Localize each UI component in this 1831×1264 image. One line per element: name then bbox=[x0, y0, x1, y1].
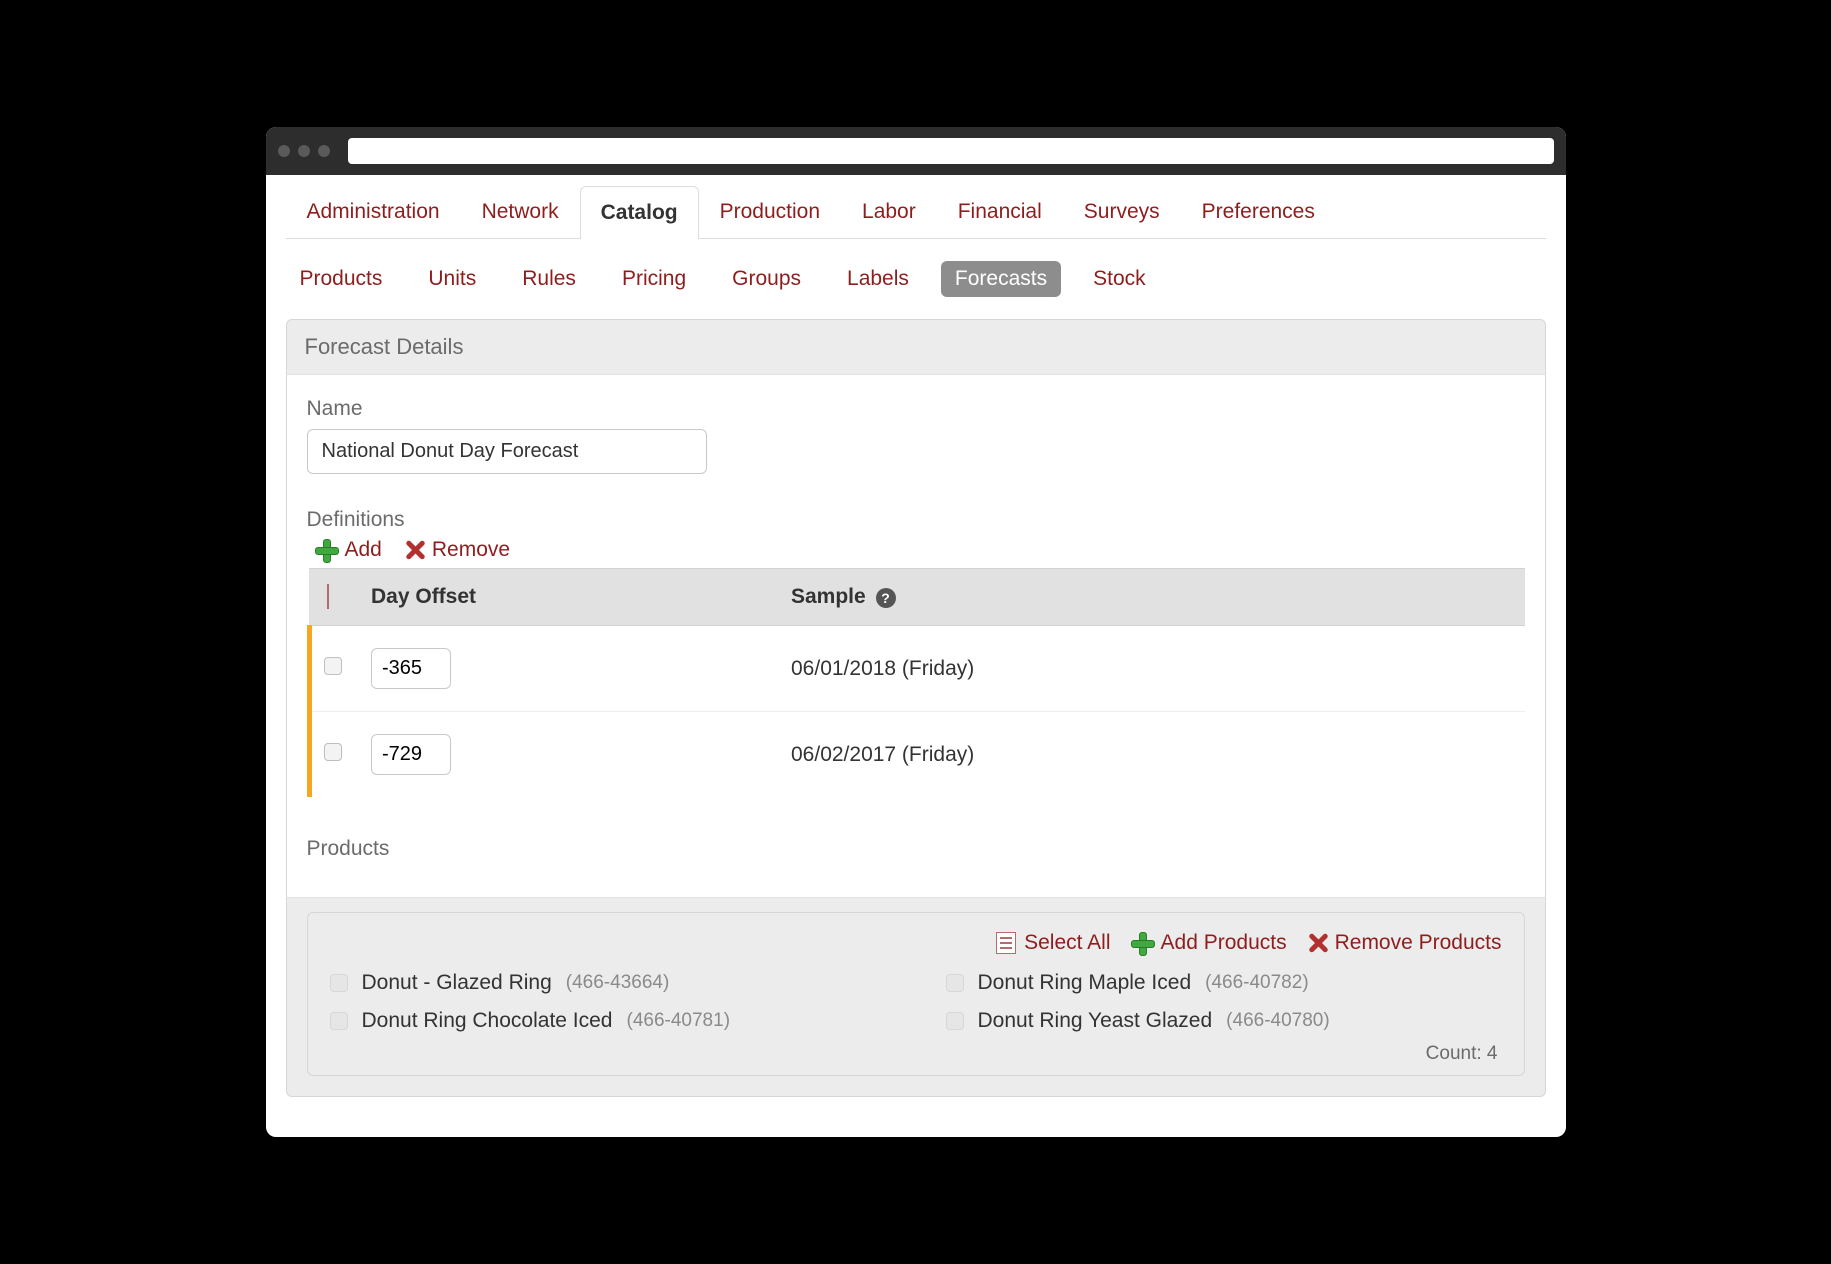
add-definition-button[interactable]: Add bbox=[315, 538, 382, 562]
col-select-header bbox=[309, 569, 359, 626]
name-label: Name bbox=[307, 397, 1525, 421]
help-icon[interactable]: ? bbox=[876, 588, 896, 608]
product-name: Donut Ring Maple Iced bbox=[978, 971, 1192, 995]
product-grid: Donut - Glazed Ring (466-43664) Donut Ri… bbox=[330, 971, 1502, 1033]
subtab-rules[interactable]: Rules bbox=[508, 261, 590, 297]
col-sample: Sample ? bbox=[779, 569, 1525, 626]
tab-financial[interactable]: Financial bbox=[937, 185, 1063, 238]
row-checkbox[interactable] bbox=[324, 657, 342, 675]
remove-label: Remove bbox=[432, 538, 510, 562]
day-offset-input[interactable] bbox=[371, 734, 451, 775]
name-input[interactable] bbox=[307, 429, 707, 474]
col-day-offset: Day Offset bbox=[359, 569, 779, 626]
tab-network[interactable]: Network bbox=[461, 185, 580, 238]
product-code: (466-40780) bbox=[1226, 1010, 1330, 1032]
window-min-dot[interactable] bbox=[298, 145, 310, 157]
select-all-label: Select All bbox=[1024, 931, 1110, 955]
remove-products-button[interactable]: Remove Products bbox=[1307, 931, 1502, 955]
day-offset-input[interactable] bbox=[371, 648, 451, 689]
definition-row: 06/02/2017 (Friday) bbox=[309, 712, 1525, 798]
definitions-label: Definitions bbox=[307, 508, 1525, 532]
row-checkbox[interactable] bbox=[324, 743, 342, 761]
plus-icon bbox=[1131, 932, 1153, 954]
tab-catalog[interactable]: Catalog bbox=[580, 186, 699, 239]
address-bar[interactable] bbox=[348, 138, 1554, 164]
primary-nav: Administration Network Catalog Productio… bbox=[286, 185, 1546, 239]
window-close-dot[interactable] bbox=[278, 145, 290, 157]
plus-icon bbox=[315, 539, 337, 561]
col-sample-text: Sample bbox=[791, 585, 866, 608]
subtab-pricing[interactable]: Pricing bbox=[608, 261, 700, 297]
window-controls bbox=[278, 145, 330, 157]
subtab-forecasts[interactable]: Forecasts bbox=[941, 261, 1061, 297]
tab-labor[interactable]: Labor bbox=[841, 185, 937, 238]
sample-value: 06/01/2018 (Friday) bbox=[779, 626, 1525, 712]
product-name: Donut Ring Chocolate Iced bbox=[362, 1009, 613, 1033]
product-code: (466-40782) bbox=[1205, 972, 1309, 994]
product-checkbox[interactable] bbox=[946, 1012, 964, 1030]
list-icon bbox=[996, 932, 1016, 954]
product-name: Donut - Glazed Ring bbox=[362, 971, 552, 995]
products-actions: Select All Add Products Remove Products bbox=[330, 931, 1502, 955]
product-item[interactable]: Donut Ring Yeast Glazed (466-40780) bbox=[946, 1009, 1502, 1033]
product-code: (466-40781) bbox=[627, 1010, 731, 1032]
product-checkbox[interactable] bbox=[946, 974, 964, 992]
subtab-groups[interactable]: Groups bbox=[718, 261, 815, 297]
x-icon bbox=[1307, 933, 1327, 953]
tab-administration[interactable]: Administration bbox=[286, 185, 461, 238]
tab-surveys[interactable]: Surveys bbox=[1063, 185, 1181, 238]
add-products-button[interactable]: Add Products bbox=[1131, 931, 1287, 955]
product-item[interactable]: Donut Ring Maple Iced (466-40782) bbox=[946, 971, 1502, 995]
subtab-labels[interactable]: Labels bbox=[833, 261, 923, 297]
app-window: Administration Network Catalog Productio… bbox=[266, 127, 1566, 1137]
product-checkbox[interactable] bbox=[330, 1012, 348, 1030]
products-label: Products bbox=[307, 837, 1525, 861]
add-label: Add bbox=[345, 538, 382, 562]
definition-row: 06/01/2018 (Friday) bbox=[309, 626, 1525, 712]
product-count: Count: 4 bbox=[330, 1043, 1502, 1065]
select-all-button[interactable]: Select All bbox=[996, 931, 1110, 955]
subtab-products[interactable]: Products bbox=[286, 261, 397, 297]
list-icon[interactable] bbox=[327, 584, 329, 609]
product-item[interactable]: Donut - Glazed Ring (466-43664) bbox=[330, 971, 886, 995]
subtab-stock[interactable]: Stock bbox=[1079, 261, 1160, 297]
product-name: Donut Ring Yeast Glazed bbox=[978, 1009, 1213, 1033]
title-bar bbox=[266, 127, 1566, 175]
product-code: (466-43664) bbox=[566, 972, 670, 994]
window-max-dot[interactable] bbox=[318, 145, 330, 157]
add-products-label: Add Products bbox=[1161, 931, 1287, 955]
definitions-actions: Add Remove bbox=[315, 538, 1525, 562]
secondary-nav: Products Units Rules Pricing Groups Labe… bbox=[286, 239, 1546, 319]
product-item[interactable]: Donut Ring Chocolate Iced (466-40781) bbox=[330, 1009, 886, 1033]
remove-definition-button[interactable]: Remove bbox=[404, 538, 510, 562]
product-checkbox[interactable] bbox=[330, 974, 348, 992]
panel-title: Forecast Details bbox=[287, 320, 1545, 374]
definitions-table: Day Offset Sample ? 06/01/2018 (Friday) bbox=[307, 568, 1525, 797]
x-icon bbox=[404, 540, 424, 560]
tab-preferences[interactable]: Preferences bbox=[1181, 185, 1336, 238]
panel-body: Name Definitions Add Remove bbox=[287, 374, 1545, 898]
products-box: Select All Add Products Remove Products bbox=[307, 912, 1525, 1076]
remove-products-label: Remove Products bbox=[1335, 931, 1502, 955]
sample-value: 06/02/2017 (Friday) bbox=[779, 712, 1525, 798]
subtab-units[interactable]: Units bbox=[414, 261, 490, 297]
tab-production[interactable]: Production bbox=[699, 185, 841, 238]
forecast-details-panel: Forecast Details Name Definitions Add Re… bbox=[286, 319, 1546, 1097]
